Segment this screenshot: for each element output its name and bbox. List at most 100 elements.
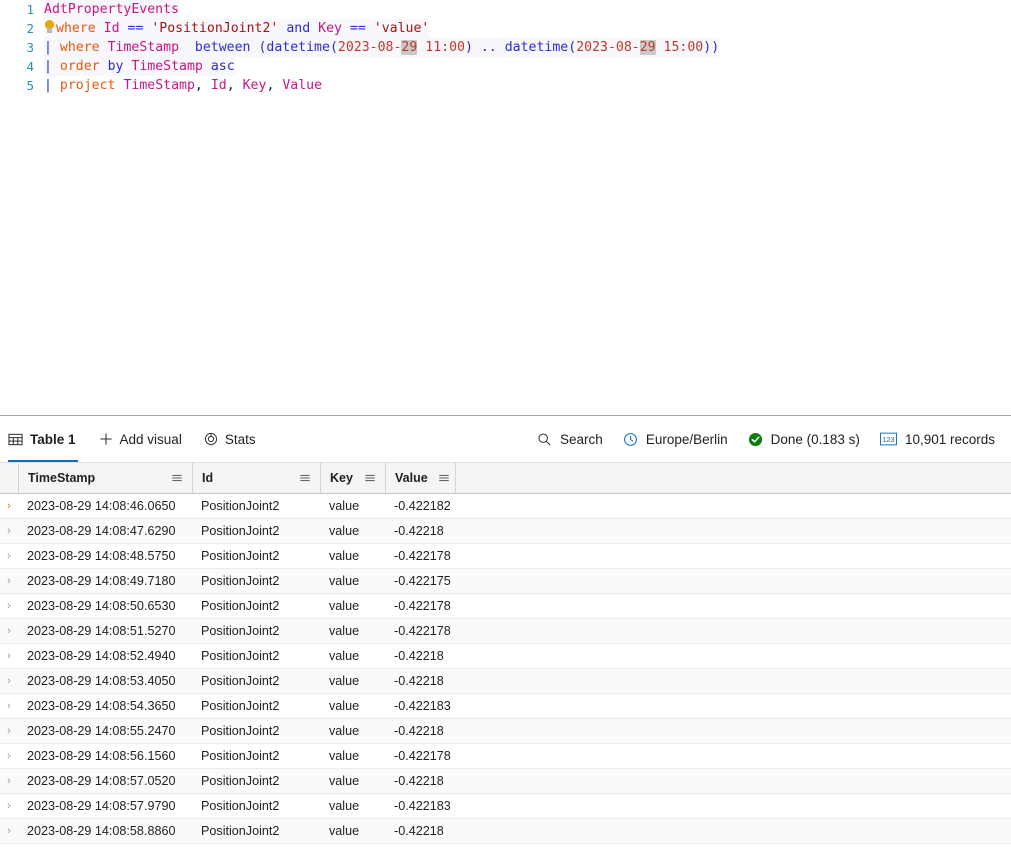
cell-value[interactable]: -0.42218 [385,674,455,688]
column-header-id[interactable]: Id [192,463,320,493]
table-row[interactable]: › 2023-08-29 14:08:48.5750 PositionJoint2 v… [0,544,1011,569]
chevron-right-icon[interactable]: › [0,550,18,562]
code-line-2[interactable]: 2 where Id == 'PositionJoint2' and Key =… [0,19,1011,38]
cell-value[interactable]: -0.422183 [385,799,455,813]
cell-value[interactable]: -0.422178 [385,549,455,563]
cell-value[interactable]: -0.42218 [385,824,455,838]
lightbulb-icon[interactable] [44,20,55,34]
cell-key[interactable]: value [320,499,385,513]
cell-key[interactable]: value [320,674,385,688]
cell-id[interactable]: PositionJoint2 [192,799,320,813]
chevron-right-icon[interactable]: › [0,675,18,687]
search-button[interactable]: Search [527,416,613,462]
chevron-right-icon[interactable]: › [0,725,18,737]
column-header-timestamp[interactable]: TimeStamp [18,463,192,493]
tab-table-1[interactable]: Table 1 [0,416,88,462]
cell-id[interactable]: PositionJoint2 [192,724,320,738]
table-row[interactable]: › 2023-08-29 14:08:57.0520 PositionJoint2 v… [0,769,1011,794]
chevron-right-icon[interactable]: › [0,800,18,812]
cell-timestamp[interactable]: 2023-08-29 14:08:58.8860 [18,824,192,838]
table-row[interactable]: › 2023-08-29 14:08:47.6290 PositionJoint2 v… [0,519,1011,544]
cell-value[interactable]: -0.422183 [385,699,455,713]
chevron-right-icon[interactable]: › [0,775,18,787]
chevron-right-icon[interactable]: › [0,750,18,762]
column-menu-icon-id[interactable] [289,472,311,484]
cell-id[interactable]: PositionJoint2 [192,749,320,763]
cell-timestamp[interactable]: 2023-08-29 14:08:56.1560 [18,749,192,763]
column-menu-icon-value[interactable] [428,472,450,484]
cell-timestamp[interactable]: 2023-08-29 14:08:52.4940 [18,649,192,663]
chevron-right-icon[interactable]: › [0,700,18,712]
code-line-1[interactable]: 1 AdtPropertyEvents [0,0,1011,19]
chevron-right-icon[interactable]: › [0,575,18,587]
cell-timestamp[interactable]: 2023-08-29 14:08:50.6530 [18,599,192,613]
cell-key[interactable]: value [320,549,385,563]
cell-timestamp[interactable]: 2023-08-29 14:08:57.0520 [18,774,192,788]
cell-key[interactable]: value [320,599,385,613]
table-row[interactable]: › 2023-08-29 14:08:56.1560 PositionJoint2 v… [0,744,1011,769]
cell-timestamp[interactable]: 2023-08-29 14:08:49.7180 [18,574,192,588]
cell-timestamp[interactable]: 2023-08-29 14:08:47.6290 [18,524,192,538]
table-row[interactable]: › 2023-08-29 14:08:49.7180 PositionJoint2 v… [0,569,1011,594]
cell-value[interactable]: -0.42218 [385,524,455,538]
stats-button[interactable]: Stats [193,416,267,462]
code-line-3[interactable]: 3 | where TimeStamp between (datetime(20… [0,38,1011,57]
cell-key[interactable]: value [320,799,385,813]
cell-id[interactable]: PositionJoint2 [192,774,320,788]
query-editor[interactable]: 1 AdtPropertyEvents 2 where Id == 'Posit… [0,0,1011,416]
table-row[interactable]: › 2023-08-29 14:08:46.0650 PositionJoint2 v… [0,494,1011,519]
column-menu-icon-timestamp[interactable] [161,472,183,484]
cell-timestamp[interactable]: 2023-08-29 14:08:53.4050 [18,674,192,688]
cell-id[interactable]: PositionJoint2 [192,699,320,713]
cell-timestamp[interactable]: 2023-08-29 14:08:48.5750 [18,549,192,563]
cell-id[interactable]: PositionJoint2 [192,624,320,638]
code-line-5[interactable]: 5 | project TimeStamp, Id, Key, Value [0,76,1011,95]
table-row[interactable]: › 2023-08-29 14:08:57.9790 PositionJoint2 v… [0,794,1011,819]
table-row[interactable]: › 2023-08-29 14:08:58.8860 PositionJoint2 v… [0,819,1011,844]
grid-body[interactable]: › 2023-08-29 14:08:46.0650 PositionJoint2 v… [0,494,1011,849]
cell-id[interactable]: PositionJoint2 [192,674,320,688]
column-header-value[interactable]: Value [385,463,455,493]
cell-key[interactable]: value [320,749,385,763]
cell-timestamp[interactable]: 2023-08-29 14:08:54.3650 [18,699,192,713]
timezone-selector[interactable]: Europe/Berlin [613,416,738,462]
chevron-right-icon[interactable]: › [0,650,18,662]
cell-timestamp[interactable]: 2023-08-29 14:08:46.0650 [18,499,192,513]
cell-key[interactable]: value [320,624,385,638]
column-menu-icon-key[interactable] [354,472,376,484]
chevron-right-icon[interactable]: › [0,500,18,512]
table-row[interactable]: › 2023-08-29 14:08:54.3650 PositionJoint2 v… [0,694,1011,719]
cell-timestamp[interactable]: 2023-08-29 14:08:55.2470 [18,724,192,738]
table-row[interactable]: › 2023-08-29 14:08:55.2470 PositionJoint2 v… [0,719,1011,744]
chevron-right-icon[interactable]: › [0,625,18,637]
add-visual-button[interactable]: Add visual [88,416,193,462]
column-header-key[interactable]: Key [320,463,385,493]
cell-value[interactable]: -0.422178 [385,624,455,638]
cell-timestamp[interactable]: 2023-08-29 14:08:57.9790 [18,799,192,813]
cell-value[interactable]: -0.422178 [385,749,455,763]
cell-id[interactable]: PositionJoint2 [192,499,320,513]
cell-value[interactable]: -0.42218 [385,649,455,663]
cell-id[interactable]: PositionJoint2 [192,824,320,838]
table-row[interactable]: › 2023-08-29 14:08:50.6530 PositionJoint2 v… [0,594,1011,619]
cell-value[interactable]: -0.42218 [385,774,455,788]
chevron-right-icon[interactable]: › [0,600,18,612]
cell-value[interactable]: -0.42218 [385,724,455,738]
code-line-4[interactable]: 4 | order by TimeStamp asc [0,57,1011,76]
cell-key[interactable]: value [320,824,385,838]
chevron-right-icon[interactable]: › [0,525,18,537]
table-row[interactable]: › 2023-08-29 14:08:52.4940 PositionJoint2 v… [0,644,1011,669]
table-row[interactable]: › 2023-08-29 14:08:53.4050 PositionJoint2 v… [0,669,1011,694]
cell-key[interactable]: value [320,524,385,538]
cell-id[interactable]: PositionJoint2 [192,574,320,588]
cell-id[interactable]: PositionJoint2 [192,524,320,538]
cell-value[interactable]: -0.422175 [385,574,455,588]
chevron-right-icon[interactable]: › [0,825,18,837]
cell-timestamp[interactable]: 2023-08-29 14:08:51.5270 [18,624,192,638]
cell-value[interactable]: -0.422178 [385,599,455,613]
cell-id[interactable]: PositionJoint2 [192,649,320,663]
cell-key[interactable]: value [320,574,385,588]
cell-id[interactable]: PositionJoint2 [192,549,320,563]
cell-id[interactable]: PositionJoint2 [192,599,320,613]
cell-key[interactable]: value [320,774,385,788]
